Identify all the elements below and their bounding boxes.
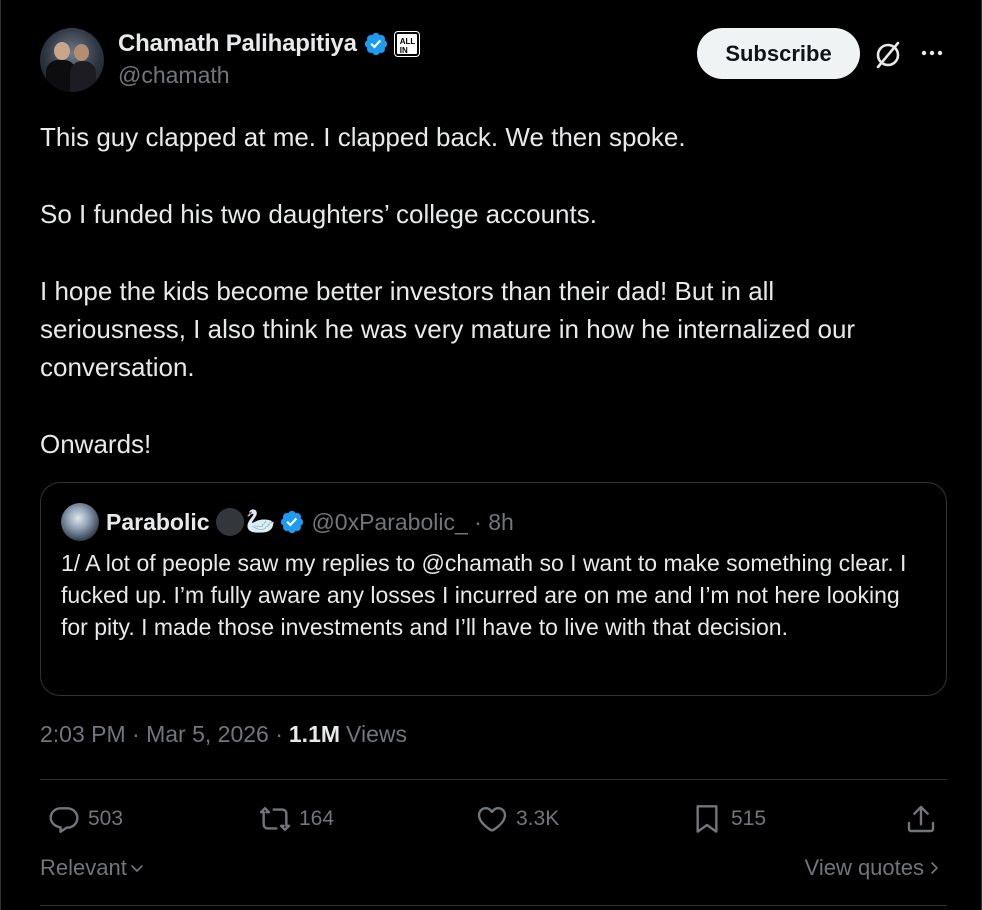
quoted-tweet-header: Parabolic 🦢 @0xParabolic_ · 8h: [61, 503, 514, 541]
author-name[interactable]: Chamath Palihapitiya: [118, 30, 357, 58]
repost-icon: [259, 807, 291, 831]
quoted-author-name[interactable]: Parabolic: [106, 509, 210, 536]
tweet-detail: Chamath Palihapitiya ALL IN @chamath Sub…: [0, 0, 982, 910]
bookmark-button[interactable]: 515: [691, 800, 766, 838]
view-quotes-label: View quotes: [804, 855, 924, 880]
author-name-row: Chamath Palihapitiya ALL IN: [118, 30, 420, 58]
tweet-text: This guy clapped at me. I clapped back. …: [40, 122, 856, 460]
like-button[interactable]: 3.3K: [476, 800, 559, 838]
views-count: 1.1M: [288, 721, 341, 747]
verified-badge-icon[interactable]: [279, 509, 305, 535]
subscribe-button[interactable]: Subscribe: [697, 28, 860, 79]
sort-replies-dropdown[interactable]: Relevant: [40, 855, 144, 881]
bookmark-count: 515: [731, 807, 767, 830]
chevron-down-icon: [131, 865, 143, 872]
reply-icon: [49, 807, 79, 833]
quoted-author-avatar[interactable]: [61, 503, 99, 541]
bookmark-icon: [696, 805, 718, 833]
views-label: Views: [346, 721, 407, 747]
repost-button[interactable]: 164: [259, 800, 334, 838]
divider: [40, 779, 947, 780]
quoted-tweet-text: 1/ A lot of people saw my replies to @ch…: [61, 550, 907, 640]
circle-emoji-icon: [215, 508, 244, 536]
tweet-timestamp[interactable]: 2:03 PM · Mar 5, 2026 ·: [40, 721, 283, 748]
more-dots-icon[interactable]: [919, 40, 945, 66]
quoted-author-handle-time[interactable]: @0xParabolic_ · 8h: [311, 509, 513, 536]
tweet-meta: 2:03 PM · Mar 5, 2026 · 1.1M Views: [40, 721, 407, 748]
reply-button[interactable]: 503: [48, 800, 123, 838]
repost-count: 164: [299, 807, 335, 830]
share-button[interactable]: [905, 800, 937, 838]
like-count: 3.3K: [516, 807, 560, 830]
swan-emoji-icon: 🦢: [245, 508, 276, 535]
reply-count: 503: [88, 807, 124, 830]
author-handle[interactable]: @chamath: [118, 62, 230, 89]
grok-icon[interactable]: [873, 40, 903, 70]
view-quotes-link[interactable]: View quotes: [805, 855, 941, 881]
sort-label: Relevant: [40, 855, 127, 880]
heart-icon: [477, 807, 507, 832]
affiliate-badge[interactable]: ALL IN: [393, 31, 420, 57]
share-icon: [907, 805, 935, 833]
chevron-right-icon: [931, 862, 938, 874]
author-avatar[interactable]: [40, 28, 104, 92]
divider: [40, 905, 947, 906]
verified-badge-icon[interactable]: [363, 31, 389, 57]
quoted-tweet[interactable]: Parabolic 🦢 @0xParabolic_ · 8h 1/ A lot …: [40, 482, 947, 696]
